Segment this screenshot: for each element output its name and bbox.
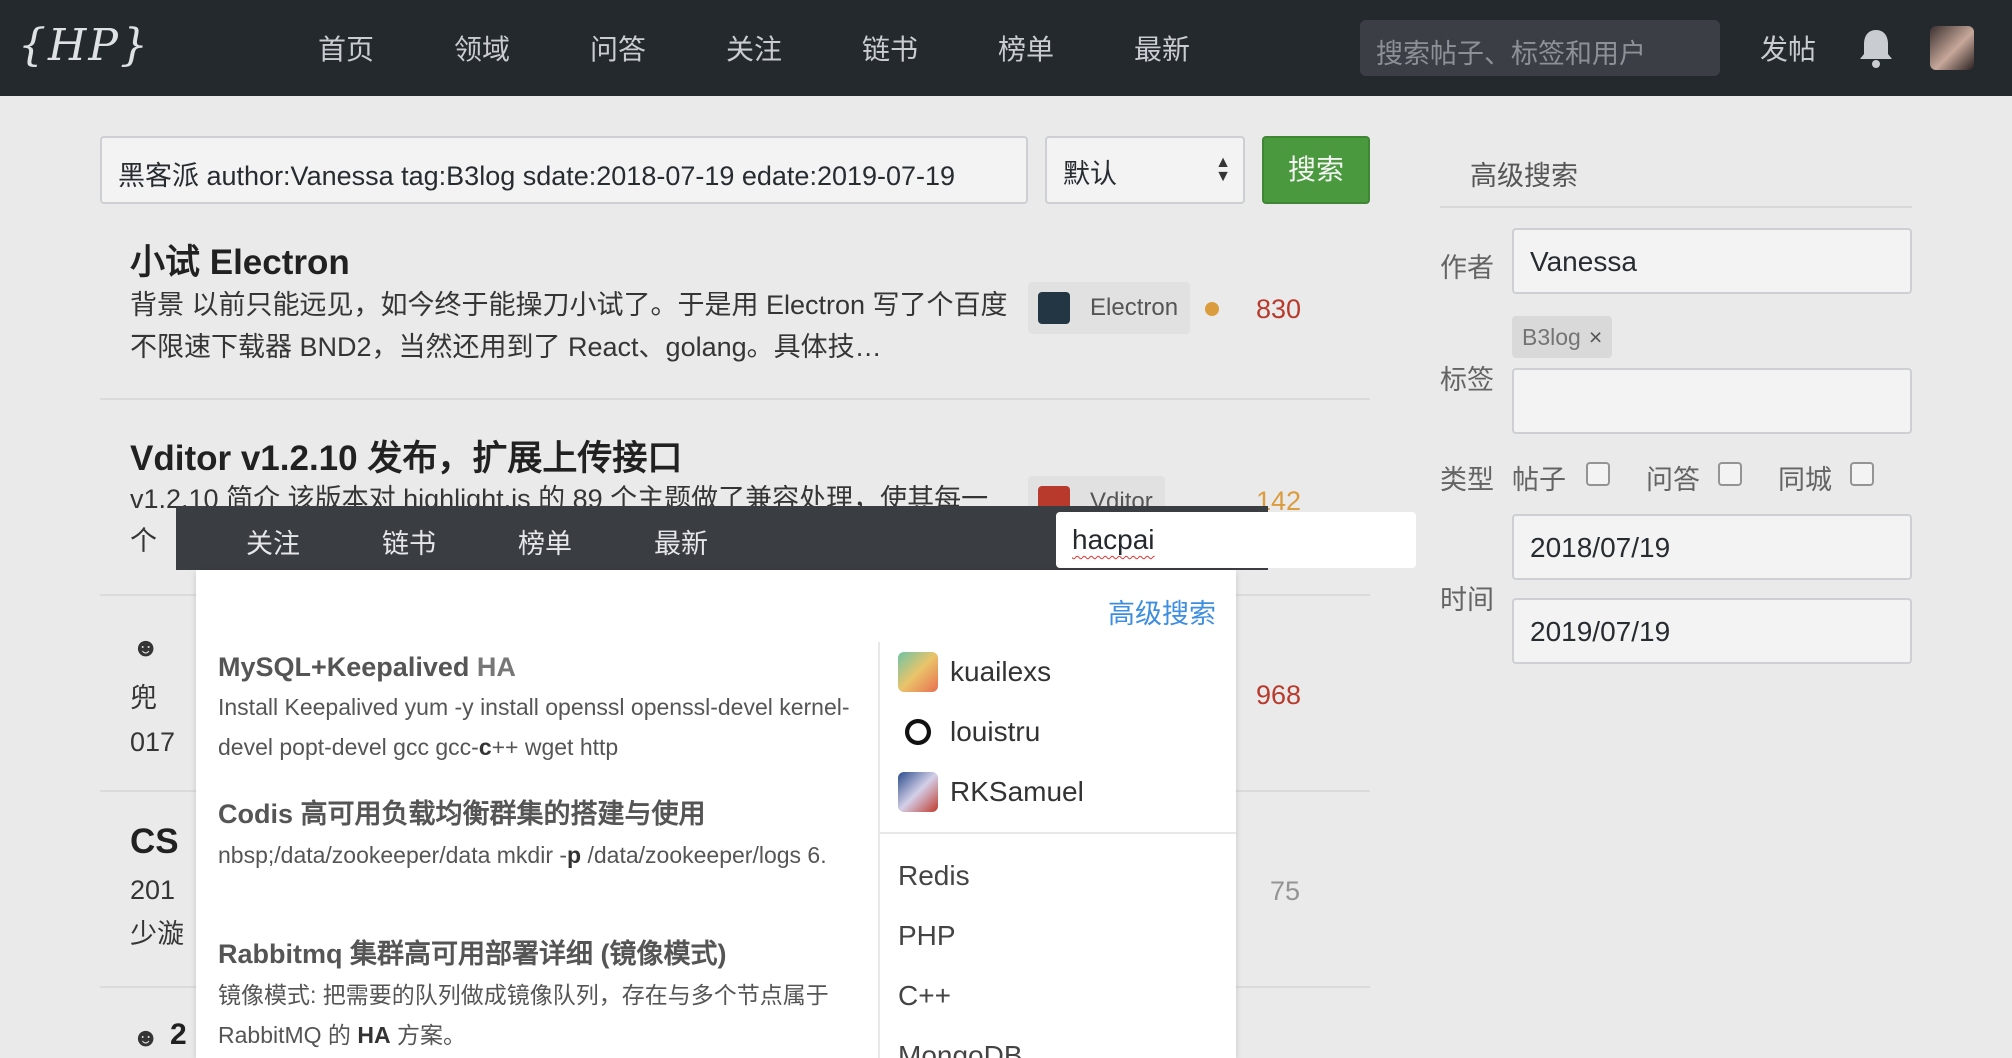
suggestion-tag[interactable]: PHP <box>898 920 956 952</box>
suggestion-article[interactable]: Rabbitmq 集群高可用部署详细 (镜像模式) 镜像模式: 把需要的队列做成… <box>218 932 858 1055</box>
suggestion-text: 镜像模式: 把需要的队列做成镜像队列，存在与多个节点属于 RabbitMQ 的 … <box>218 982 829 1048</box>
suggestion-tag[interactable]: C++ <box>898 980 951 1012</box>
avatar <box>898 772 938 812</box>
bell-icon[interactable] <box>1856 26 1896 70</box>
nav-link-books[interactable]: 链书 <box>862 28 918 68</box>
suggestion-tag[interactable]: Redis <box>898 860 970 892</box>
nav-link-qna[interactable]: 问答 <box>590 28 646 68</box>
nav-link-latest[interactable]: 最新 <box>1134 28 1190 68</box>
popup-nav-ranking[interactable]: 榜单 <box>518 522 572 561</box>
nav-link-ranking[interactable]: 榜单 <box>998 28 1054 68</box>
top-search-input[interactable]: 搜索帖子、标签和用户 <box>1360 20 1720 76</box>
suggestion-title: MySQL+Keepalived HA <box>218 652 516 682</box>
divider <box>880 832 1236 834</box>
popup-navbar: 关注 链书 榜单 最新 hacpai <box>176 506 1416 570</box>
suggestion-title: Codis 高可用负载均衡群集的搭建与使用 <box>218 799 706 829</box>
suggestion-article[interactable]: MySQL+Keepalived HA Install Keepalived y… <box>218 652 858 767</box>
suggestion-article[interactable]: Codis 高可用负载均衡群集的搭建与使用 nbsp;/data/zookeep… <box>218 792 858 875</box>
user-name: kuailexs <box>950 656 1052 687</box>
advanced-search-link[interactable]: 高级搜索 <box>1108 592 1216 631</box>
user-name: louistru <box>950 716 1041 747</box>
suggestion-title: Rabbitmq 集群高可用部署详细 (镜像模式) <box>218 939 727 969</box>
top-navbar: {HP} 首页 领域 问答 关注 链书 榜单 最新 搜索帖子、标签和用户 发帖 <box>0 0 2012 96</box>
soccer-ball-icon <box>898 712 938 752</box>
suggestion-text: nbsp;/data/zookeeper/data mkdir -p /data… <box>218 842 827 868</box>
popup-nav-books[interactable]: 链书 <box>382 522 436 561</box>
divider <box>878 642 880 1058</box>
nav-link-follow[interactable]: 关注 <box>726 28 782 68</box>
nav-link-domains[interactable]: 领域 <box>454 28 510 68</box>
popup-nav-follow[interactable]: 关注 <box>246 522 300 561</box>
suggestion-text: Install Keepalived yum -y install openss… <box>218 694 850 760</box>
popup-nav-latest[interactable]: 最新 <box>654 522 708 561</box>
user-avatar[interactable] <box>1930 26 1974 70</box>
post-button[interactable]: 发帖 <box>1760 28 1816 68</box>
avatar <box>898 652 938 692</box>
popup-search-value: hacpai <box>1072 524 1155 555</box>
popup-search-input[interactable]: hacpai <box>1056 512 1416 568</box>
site-logo[interactable]: {HP} <box>18 20 150 71</box>
search-suggestion-panel: 高级搜索 MySQL+Keepalived HA Install Keepali… <box>196 570 1236 1058</box>
suggestion-tag[interactable]: MongoDB <box>898 1040 1023 1058</box>
user-name: RKSamuel <box>950 776 1084 807</box>
nav-link-home[interactable]: 首页 <box>318 28 374 68</box>
